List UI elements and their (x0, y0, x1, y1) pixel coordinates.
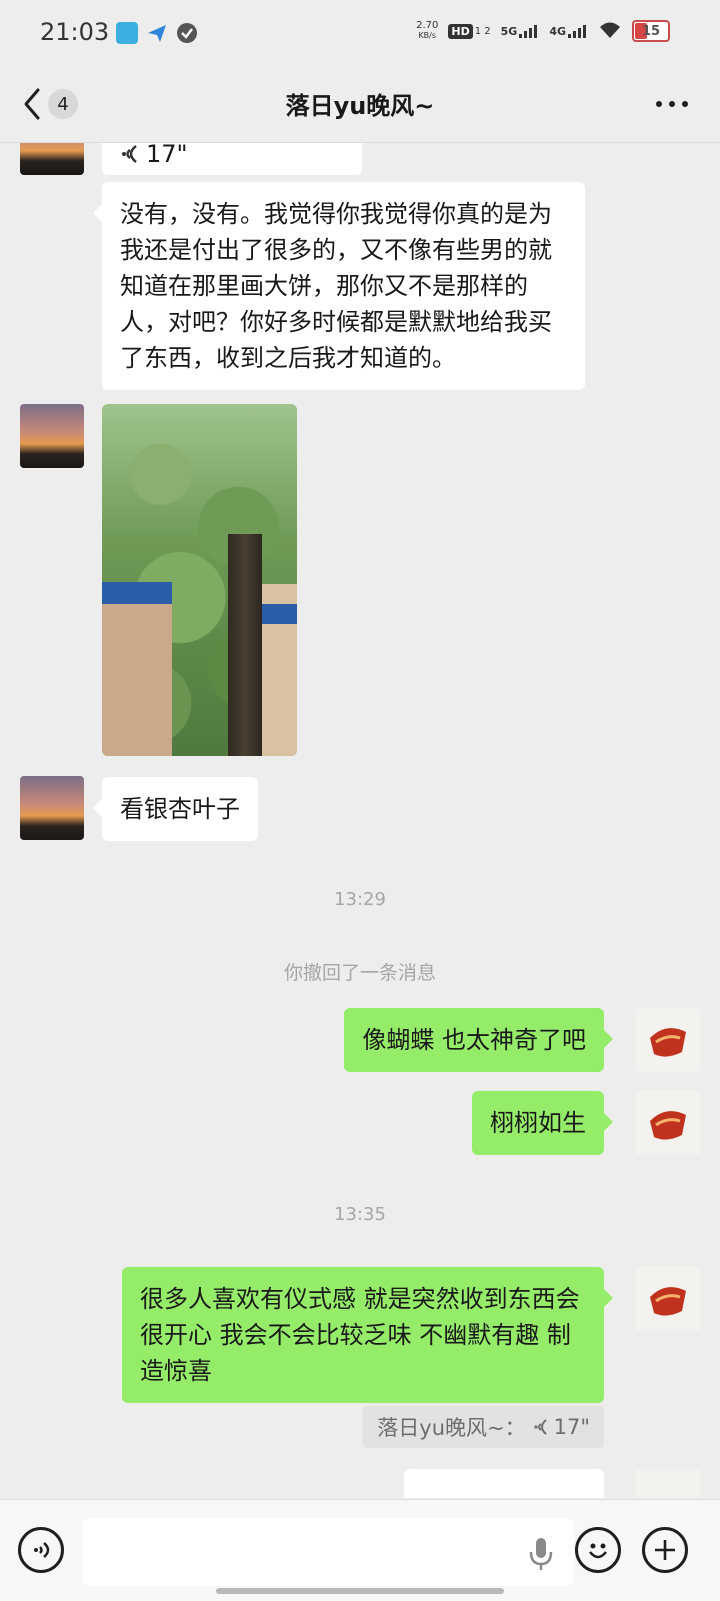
status-time: 21:03 (40, 18, 110, 46)
voice-wave-icon (34, 1542, 50, 1558)
notification-icons (116, 22, 198, 44)
battery-level: 15 (641, 23, 661, 39)
message-text: 看银杏叶子 (120, 795, 240, 823)
signal-5g-icon: 5G (501, 24, 540, 38)
message-text: 栩栩如生 (490, 1109, 586, 1137)
home-indicator[interactable] (216, 1588, 504, 1594)
microphone-icon (529, 1538, 553, 1570)
message-text: 像蝴蝶 也太神奇了吧 (362, 1026, 586, 1054)
received-message[interactable]: 没有，没有。我觉得你我觉得你真的是为我还是付出了很多的，又不像有些男的就知道在那… (93, 182, 585, 390)
contact-avatar[interactable] (20, 404, 84, 468)
message-text: 很多人喜欢有仪式感 就是突然收到东西会很开心 我会不会比较乏味 不幽默有趣 制造… (140, 1285, 580, 1385)
hd-label: HD (448, 23, 473, 39)
battery-indicator: 15 (632, 20, 670, 42)
contact-avatar[interactable] (20, 776, 84, 840)
timestamp: 13:29 (334, 889, 386, 910)
quote-sender: 落日yu晚风~： (377, 1416, 526, 1440)
status-right-icons: 2.70 KB/s HD 1 2 5G 4G 15 (416, 20, 670, 42)
chat-header: 4 落日yu晚风~ (0, 66, 720, 143)
wifi-icon (598, 21, 622, 42)
contact-avatar[interactable] (20, 143, 84, 175)
food-avatar-icon (650, 1111, 686, 1140)
emoji-icon (589, 1543, 607, 1559)
food-avatar-icon (650, 1028, 686, 1057)
plus-icon (655, 1540, 675, 1560)
check-circle-icon (176, 22, 198, 44)
signal-4g-icon: 4G (549, 24, 588, 38)
image-message[interactable] (102, 404, 297, 756)
more-functions-button[interactable] (642, 1527, 688, 1573)
my-avatar[interactable] (636, 1267, 700, 1331)
voice-message[interactable]: 17" (102, 143, 362, 175)
food-avatar-icon (650, 1287, 686, 1316)
net-speed-value: 2.70 (416, 20, 439, 31)
app-notification-icon (116, 22, 138, 44)
voice-wave-icon (534, 1419, 547, 1435)
signal-4g-label: 4G (549, 25, 566, 38)
voice-input-button[interactable] (18, 1527, 64, 1573)
hd-sub: 1 2 (474, 25, 491, 37)
signal-5g-label: 5G (500, 25, 518, 38)
my-avatar[interactable] (636, 1091, 700, 1155)
message-list[interactable]: 17" 没有，没有。我觉得你我觉得你真的是为我还是付出了很多的，又不像有些男的就… (0, 143, 720, 1498)
received-message[interactable]: 看银杏叶子 (93, 777, 258, 841)
sent-message[interactable]: 很多人喜欢有仪式感 就是突然收到东西会很开心 我会不会比较乏味 不幽默有趣 制造… (122, 1267, 613, 1403)
more-button[interactable] (652, 90, 692, 118)
voice-duration: 17" (146, 143, 188, 168)
status-bar: 21:03 2.70 KB/s HD 1 2 5G 4G 15 (0, 0, 720, 66)
recall-notice: 你撤回了一条消息 (283, 962, 436, 984)
more-dots-icon (656, 101, 688, 107)
chat-title: 落日yu晚风~ (285, 92, 435, 120)
sent-message[interactable]: 栩栩如生 (472, 1091, 613, 1155)
net-speed-unit: KB/s (418, 31, 437, 40)
network-speed: 2.70 KB/s (416, 21, 438, 41)
partial-message[interactable] (404, 1469, 604, 1498)
voice-wave-icon (122, 145, 137, 163)
input-bar (0, 1499, 720, 1601)
message-input[interactable] (82, 1518, 574, 1586)
my-avatar[interactable] (636, 1469, 700, 1498)
send-notification-icon (146, 22, 168, 44)
my-avatar[interactable] (636, 1008, 700, 1072)
emoji-button[interactable] (575, 1527, 621, 1573)
quote-voice-duration: 17" (553, 1415, 590, 1439)
microphone-button[interactable] (526, 1536, 556, 1572)
timestamp: 13:35 (334, 1204, 386, 1225)
quoted-message[interactable]: 落日yu晚风~： 17" (363, 1406, 604, 1448)
message-text: 没有，没有。我觉得你我觉得你真的是为我还是付出了很多的，又不像有些男的就知道在那… (120, 200, 552, 372)
hd-icon: HD 1 2 (448, 23, 491, 39)
sent-message[interactable]: 像蝴蝶 也太神奇了吧 (344, 1008, 613, 1072)
